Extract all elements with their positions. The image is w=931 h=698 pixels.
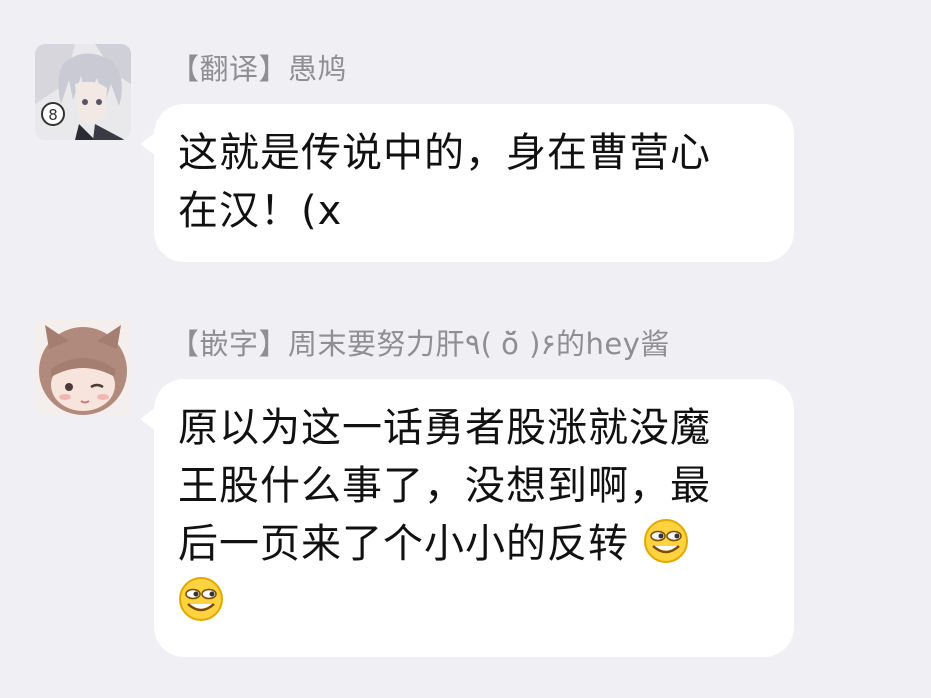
smirk-grin-emoji-icon <box>643 518 689 564</box>
avatar-translator[interactable]: 8 <box>35 44 131 140</box>
message-text: 原以为这一话勇者股涨就没魔 王股什么事了，没想到啊，最 后一页来了个小小的反转 <box>178 399 770 631</box>
message-bubble[interactable]: 这就是传说中的，身在曹营心 在汉！(x <box>140 104 794 262</box>
anime-boy-avatar-icon: 8 <box>35 44 131 140</box>
sender-name: 【嵌字】周末要努力肝٩( ŏ̆ )۶的hey酱 <box>170 327 670 361</box>
avatar-typesetter[interactable] <box>35 319 131 415</box>
sender-name: 【翻译】愚鸠 <box>170 52 348 86</box>
message-text: 这就是传说中的，身在曹营心 在汉！(x <box>178 130 711 234</box>
svg-text:8: 8 <box>48 106 58 124</box>
message-text-body: 原以为这一话勇者股涨就没魔 王股什么事了，没想到啊，最 后一页来了个小小的反转 <box>178 405 711 567</box>
message-bubble[interactable]: 原以为这一话勇者股涨就没魔 王股什么事了，没想到啊，最 后一页来了个小小的反转 <box>140 379 794 657</box>
smirk-grin-emoji-icon <box>178 576 224 622</box>
chibi-cat-girl-avatar-icon <box>35 319 131 415</box>
